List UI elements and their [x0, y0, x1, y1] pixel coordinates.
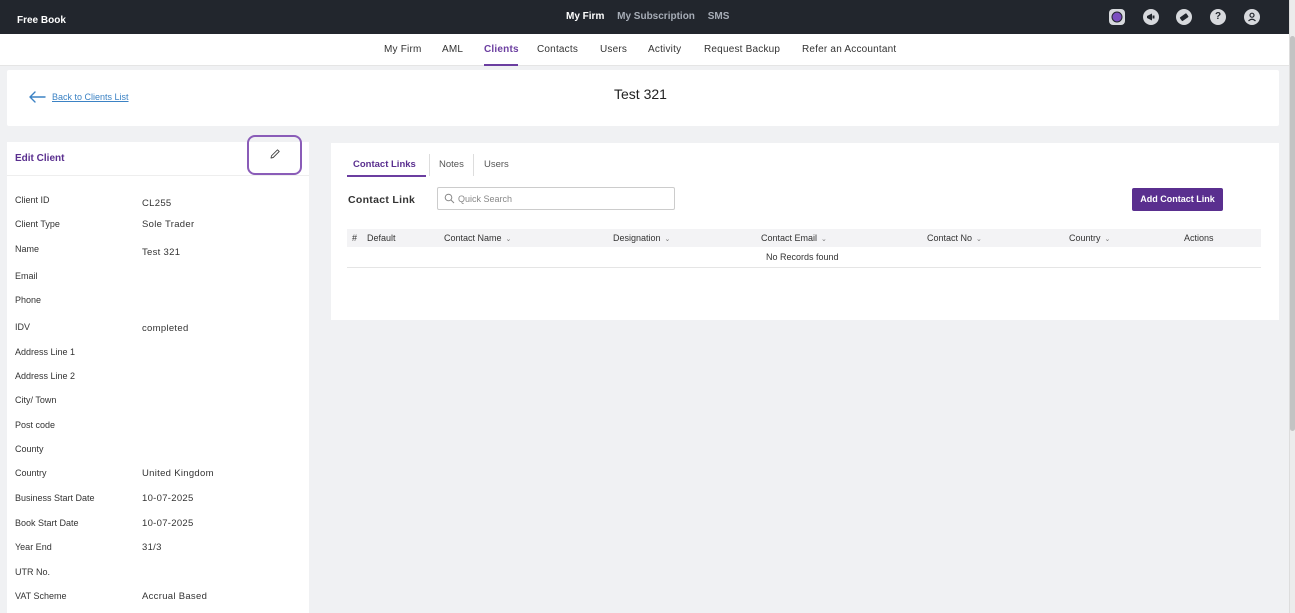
- tab-active-indicator: [347, 175, 426, 177]
- column-header-country[interactable]: Country ⌄: [1069, 233, 1110, 243]
- megaphone-glyph: [1147, 13, 1155, 21]
- column-header-designation[interactable]: Designation ⌄: [613, 233, 670, 243]
- chevron-down-icon: ⌄: [505, 236, 512, 243]
- quick-search-input[interactable]: [458, 188, 668, 209]
- field-label-post-code: Post code: [15, 420, 56, 430]
- chevron-down-icon: ⌄: [821, 236, 827, 243]
- user-glyph: [1248, 12, 1256, 22]
- tab-divider: [473, 154, 474, 176]
- column-header-contact-email[interactable]: Contact Email ⌄: [761, 233, 827, 243]
- field-label-year-end: Year End: [15, 542, 52, 552]
- tab-notes[interactable]: Notes: [439, 159, 464, 170]
- top-nav: My Firm My Subscription SMS: [566, 11, 739, 22]
- subnav-request-backup[interactable]: Request Backup: [704, 44, 780, 55]
- field-label-city: City/ Town: [15, 395, 57, 405]
- field-value-idv: completed: [142, 323, 189, 334]
- contact-links-panel: Contact Links Notes Users Contact Link A…: [331, 143, 1279, 320]
- field-value-year-end: 31/3: [142, 542, 162, 553]
- page-title: Test 321: [614, 86, 667, 102]
- column-header-default[interactable]: Default: [367, 233, 396, 243]
- field-label-idv: IDV: [15, 322, 31, 332]
- field-label-name: Name: [15, 244, 40, 254]
- field-value-book-start-date: 10-07-2025: [142, 518, 194, 529]
- contact-link-title: Contact Link: [348, 194, 416, 206]
- edit-client-button[interactable]: [247, 135, 302, 175]
- contact-links-table-header: # Default Contact Name ⌄ Designation ⌄ Con…: [347, 229, 1261, 247]
- add-contact-link-button[interactable]: Add Contact Link: [1132, 188, 1223, 211]
- column-header-designation-label: Designation: [613, 233, 661, 243]
- top-nav-sms[interactable]: SMS: [708, 11, 730, 22]
- tab-users[interactable]: Users: [484, 159, 509, 170]
- field-value-client-id: CL255: [142, 198, 172, 209]
- field-value-vat-scheme: Accrual Based: [142, 591, 208, 602]
- subnav-users[interactable]: Users: [600, 44, 627, 55]
- tab-divider: [429, 154, 430, 176]
- app-circle-icon[interactable]: [1109, 9, 1125, 25]
- subnav-aml[interactable]: AML: [442, 44, 463, 55]
- sub-nav: My Firm AML Clients Contacts Users Activ…: [0, 34, 1289, 66]
- subnav-clients[interactable]: Clients: [484, 44, 519, 55]
- table-row-divider: [347, 267, 1261, 268]
- subnav-activity[interactable]: Activity: [648, 44, 681, 55]
- pencil-icon: [270, 149, 280, 159]
- top-nav-my-subscription[interactable]: My Subscription: [617, 11, 695, 22]
- field-value-name: Test 321: [142, 247, 181, 258]
- column-header-contact-name[interactable]: Contact Name ⌄: [444, 233, 511, 243]
- page-scrollbar-thumb[interactable]: [1290, 36, 1295, 431]
- field-value-client-type: Sole Trader: [142, 219, 195, 230]
- field-label-country: Country: [15, 468, 47, 478]
- back-to-clients-link[interactable]: Back to Clients List: [52, 92, 129, 102]
- column-header-number: #: [352, 233, 358, 243]
- field-value-country: United Kingdom: [142, 468, 214, 479]
- subnav-my-firm[interactable]: My Firm: [384, 44, 422, 55]
- field-value-business-start-date: 10-07-2025: [142, 493, 194, 504]
- user-icon[interactable]: [1244, 9, 1260, 25]
- megaphone-icon[interactable]: [1143, 9, 1159, 25]
- brand-name[interactable]: Free Book: [17, 15, 66, 26]
- back-arrow-icon[interactable]: [27, 90, 47, 104]
- empty-table-message: No Records found: [766, 252, 839, 262]
- field-label-book-start-date: Book Start Date: [15, 518, 79, 528]
- tab-contact-links[interactable]: Contact Links: [353, 159, 416, 170]
- edit-client-title: Edit Client: [15, 153, 65, 164]
- panel-divider: [7, 175, 309, 176]
- subnav-refer-accountant[interactable]: Refer an Accountant: [802, 44, 896, 55]
- column-header-country-label: Country: [1069, 233, 1101, 243]
- field-label-client-type: Client Type: [15, 219, 60, 229]
- field-label-client-id: Client ID: [15, 195, 50, 205]
- ticket-glyph: [1179, 13, 1189, 22]
- field-label-email: Email: [15, 271, 38, 281]
- column-header-contact-no[interactable]: Contact No ⌄: [927, 233, 982, 243]
- field-label-phone: Phone: [15, 295, 42, 305]
- subnav-contacts[interactable]: Contacts: [537, 44, 578, 55]
- chevron-down-icon: ⌄: [1104, 236, 1111, 243]
- field-label-county: County: [15, 444, 44, 454]
- help-icon[interactable]: ?: [1210, 9, 1226, 25]
- field-label-utr-no: UTR No.: [15, 567, 51, 577]
- ticket-icon[interactable]: [1176, 9, 1192, 25]
- field-label-vat-scheme: VAT Scheme: [15, 591, 67, 601]
- field-label-address-line-1: Address Line 1: [15, 347, 76, 357]
- page-header: Back to Clients List Test 321: [7, 70, 1279, 126]
- top-nav-my-firm[interactable]: My Firm: [566, 11, 604, 22]
- quick-search-box[interactable]: [437, 187, 675, 210]
- column-header-contact-email-label: Contact Email: [761, 233, 818, 243]
- top-bar: Free Book My Firm My Subscription SMS ?: [0, 0, 1289, 34]
- subnav-active-indicator: [484, 64, 518, 66]
- app-circle-glyph: [1111, 11, 1123, 23]
- field-label-address-line-2: Address Line 2: [15, 371, 76, 381]
- column-header-contact-name-label: Contact Name: [444, 233, 502, 243]
- field-label-business-start-date: Business Start Date: [15, 493, 95, 503]
- chevron-down-icon: ⌄: [976, 236, 982, 243]
- column-header-contact-no-label: Contact No: [927, 233, 973, 243]
- client-details-panel: Edit Client Client ID CL255 Client Type …: [7, 135, 309, 613]
- column-header-actions: Actions: [1184, 233, 1214, 243]
- search-icon: [444, 193, 455, 204]
- chevron-down-icon: ⌄: [664, 236, 671, 243]
